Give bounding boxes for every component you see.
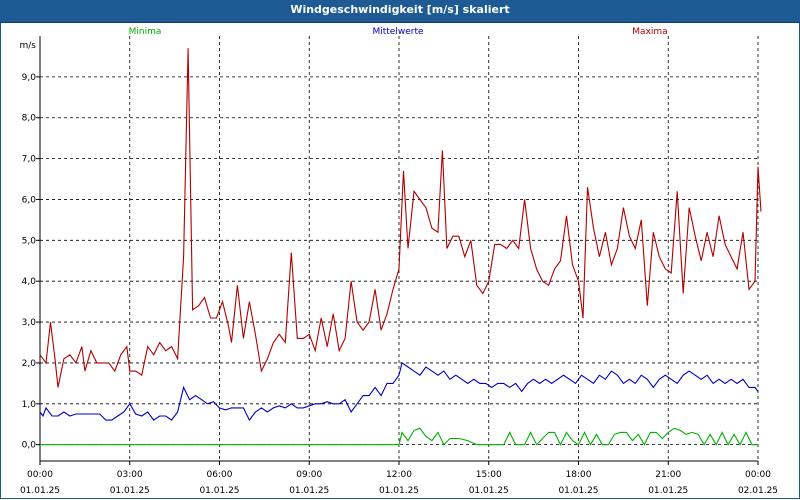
chart-svg: 0,0 1,0 2,0 3,0 4,0 5,0 6,0 7,0 8,0 9,0 m/s 00:00 01… [20, 27, 779, 496]
y-tick-label: 0,0 [22, 441, 37, 451]
y-tick-label: 7,0 [22, 155, 37, 165]
x-tick-time: 21:00 [655, 470, 681, 480]
y-tick-label: 4,0 [22, 277, 37, 287]
x-tick-time: 06:00 [207, 470, 233, 480]
y-tick-label: 1,0 [22, 400, 37, 410]
legend-item: Minima [129, 27, 162, 37]
series-line-maxima [39, 48, 762, 388]
y-tick-label: 8,0 [22, 114, 37, 124]
x-tick-date: 02.01.25 [738, 486, 778, 496]
x-tick-date: 01.01.25 [20, 486, 60, 496]
series-line-minima [40, 427, 758, 446]
x-tick-time: 00:00 [27, 470, 53, 480]
x-tick-date: 01.01.25 [379, 486, 419, 496]
y-tick-label: 9,0 [22, 73, 37, 83]
legend-item: Mittelwerte [372, 27, 423, 37]
y-tick-label: 5,0 [22, 236, 37, 246]
x-tick-time: 15:00 [476, 470, 502, 480]
x-tick-date: 01.01.25 [648, 486, 688, 496]
legend-item: Maxima [632, 27, 667, 37]
y-tick-label: 3,0 [22, 318, 37, 328]
x-tick-time: 00:00 [745, 470, 771, 480]
y-axis-label: m/s [20, 41, 37, 51]
x-tick-time: 03:00 [117, 470, 143, 480]
x-tick-date: 01.01.25 [199, 486, 239, 496]
x-tick-date: 01.01.25 [469, 486, 509, 496]
x-tick-time: 12:00 [386, 470, 412, 480]
y-tick-label: 6,0 [22, 195, 37, 205]
x-tick-time: 09:00 [296, 470, 322, 480]
y-tick-label: 2,0 [22, 359, 37, 369]
x-tick-date: 01.01.25 [558, 486, 598, 496]
x-tick-time: 18:00 [566, 470, 592, 480]
x-tick-date: 01.01.25 [289, 486, 329, 496]
x-tick-date: 01.01.25 [110, 486, 150, 496]
